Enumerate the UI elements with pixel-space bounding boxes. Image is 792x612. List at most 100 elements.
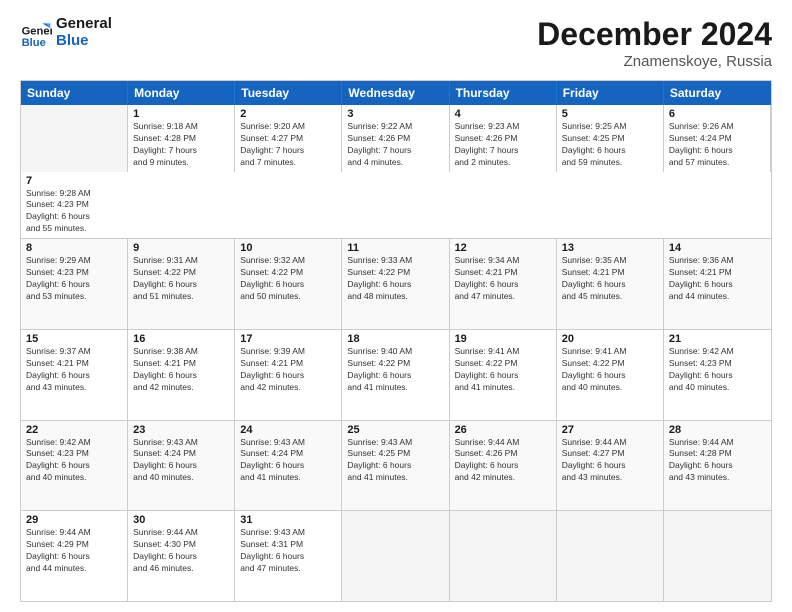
- calendar-cell: 4Sunrise: 9:23 AMSunset: 4:26 PMDaylight…: [450, 105, 557, 172]
- logo-blue: Blue: [56, 33, 112, 50]
- calendar-row-3: 22Sunrise: 9:42 AMSunset: 4:23 PMDayligh…: [21, 420, 771, 511]
- calendar-cell: 18Sunrise: 9:40 AMSunset: 4:22 PMDayligh…: [342, 330, 449, 420]
- day-info: Sunrise: 9:43 AMSunset: 4:25 PMDaylight:…: [347, 437, 443, 485]
- day-number: 4: [455, 108, 551, 120]
- calendar-row-0: 1Sunrise: 9:18 AMSunset: 4:28 PMDaylight…: [21, 105, 771, 238]
- calendar-cell: [342, 511, 449, 601]
- calendar-cell: 30Sunrise: 9:44 AMSunset: 4:30 PMDayligh…: [128, 511, 235, 601]
- calendar-cell: [557, 511, 664, 601]
- calendar-cell: 12Sunrise: 9:34 AMSunset: 4:21 PMDayligh…: [450, 239, 557, 329]
- header-day-saturday: Saturday: [664, 81, 771, 105]
- title-block: December 2024 Znamenskoye, Russia: [537, 16, 772, 70]
- calendar-row-4: 29Sunrise: 9:44 AMSunset: 4:29 PMDayligh…: [21, 510, 771, 601]
- day-info: Sunrise: 9:33 AMSunset: 4:22 PMDaylight:…: [347, 255, 443, 303]
- day-info: Sunrise: 9:43 AMSunset: 4:24 PMDaylight:…: [133, 437, 229, 485]
- day-number: 15: [26, 333, 122, 345]
- day-number: 19: [455, 333, 551, 345]
- calendar-cell: 31Sunrise: 9:43 AMSunset: 4:31 PMDayligh…: [235, 511, 342, 601]
- calendar-cell: 21Sunrise: 9:42 AMSunset: 4:23 PMDayligh…: [664, 330, 771, 420]
- page: General Blue General Blue December 2024 …: [0, 0, 792, 612]
- day-info: Sunrise: 9:44 AMSunset: 4:27 PMDaylight:…: [562, 437, 658, 485]
- day-info: Sunrise: 9:41 AMSunset: 4:22 PMDaylight:…: [562, 346, 658, 394]
- day-number: 25: [347, 424, 443, 436]
- calendar-row-1: 8Sunrise: 9:29 AMSunset: 4:23 PMDaylight…: [21, 238, 771, 329]
- logo-general: General: [56, 16, 112, 33]
- calendar-cell: 27Sunrise: 9:44 AMSunset: 4:27 PMDayligh…: [557, 421, 664, 511]
- calendar-cell: 15Sunrise: 9:37 AMSunset: 4:21 PMDayligh…: [21, 330, 128, 420]
- day-number: 10: [240, 242, 336, 254]
- header-day-monday: Monday: [128, 81, 235, 105]
- day-info: Sunrise: 9:29 AMSunset: 4:23 PMDaylight:…: [26, 255, 122, 303]
- day-number: 7: [26, 175, 123, 187]
- day-number: 16: [133, 333, 229, 345]
- calendar-cell: 2Sunrise: 9:20 AMSunset: 4:27 PMDaylight…: [235, 105, 342, 172]
- calendar-cell: 10Sunrise: 9:32 AMSunset: 4:22 PMDayligh…: [235, 239, 342, 329]
- calendar-cell: 14Sunrise: 9:36 AMSunset: 4:21 PMDayligh…: [664, 239, 771, 329]
- day-number: 12: [455, 242, 551, 254]
- day-number: 23: [133, 424, 229, 436]
- day-info: Sunrise: 9:39 AMSunset: 4:21 PMDaylight:…: [240, 346, 336, 394]
- header-day-tuesday: Tuesday: [235, 81, 342, 105]
- logo: General Blue General Blue: [20, 16, 112, 49]
- calendar-cell: 13Sunrise: 9:35 AMSunset: 4:21 PMDayligh…: [557, 239, 664, 329]
- header-day-friday: Friday: [557, 81, 664, 105]
- calendar-cell: 29Sunrise: 9:44 AMSunset: 4:29 PMDayligh…: [21, 511, 128, 601]
- day-info: Sunrise: 9:35 AMSunset: 4:21 PMDaylight:…: [562, 255, 658, 303]
- calendar-cell: 17Sunrise: 9:39 AMSunset: 4:21 PMDayligh…: [235, 330, 342, 420]
- day-number: 14: [669, 242, 766, 254]
- day-info: Sunrise: 9:44 AMSunset: 4:29 PMDaylight:…: [26, 527, 122, 575]
- calendar-cell: 23Sunrise: 9:43 AMSunset: 4:24 PMDayligh…: [128, 421, 235, 511]
- calendar-header: SundayMondayTuesdayWednesdayThursdayFrid…: [21, 81, 771, 105]
- day-info: Sunrise: 9:26 AMSunset: 4:24 PMDaylight:…: [669, 121, 765, 169]
- day-info: Sunrise: 9:22 AMSunset: 4:26 PMDaylight:…: [347, 121, 443, 169]
- day-number: 9: [133, 242, 229, 254]
- day-number: 28: [669, 424, 766, 436]
- calendar-cell: 1Sunrise: 9:18 AMSunset: 4:28 PMDaylight…: [128, 105, 235, 172]
- day-info: Sunrise: 9:34 AMSunset: 4:21 PMDaylight:…: [455, 255, 551, 303]
- header-day-sunday: Sunday: [21, 81, 128, 105]
- day-number: 30: [133, 514, 229, 526]
- calendar-cell: 3Sunrise: 9:22 AMSunset: 4:26 PMDaylight…: [342, 105, 449, 172]
- day-info: Sunrise: 9:44 AMSunset: 4:26 PMDaylight:…: [455, 437, 551, 485]
- day-info: Sunrise: 9:20 AMSunset: 4:27 PMDaylight:…: [240, 121, 336, 169]
- day-info: Sunrise: 9:43 AMSunset: 4:31 PMDaylight:…: [240, 527, 336, 575]
- day-number: 21: [669, 333, 766, 345]
- day-number: 3: [347, 108, 443, 120]
- day-number: 24: [240, 424, 336, 436]
- day-info: Sunrise: 9:32 AMSunset: 4:22 PMDaylight:…: [240, 255, 336, 303]
- day-number: 29: [26, 514, 122, 526]
- day-info: Sunrise: 9:44 AMSunset: 4:30 PMDaylight:…: [133, 527, 229, 575]
- day-number: 27: [562, 424, 658, 436]
- calendar-cell: 22Sunrise: 9:42 AMSunset: 4:23 PMDayligh…: [21, 421, 128, 511]
- calendar-cell: 26Sunrise: 9:44 AMSunset: 4:26 PMDayligh…: [450, 421, 557, 511]
- header: General Blue General Blue December 2024 …: [20, 16, 772, 70]
- day-info: Sunrise: 9:36 AMSunset: 4:21 PMDaylight:…: [669, 255, 766, 303]
- svg-text:General: General: [22, 25, 52, 37]
- day-info: Sunrise: 9:41 AMSunset: 4:22 PMDaylight:…: [455, 346, 551, 394]
- day-number: 20: [562, 333, 658, 345]
- calendar-cell: [664, 511, 771, 601]
- calendar-cell: 11Sunrise: 9:33 AMSunset: 4:22 PMDayligh…: [342, 239, 449, 329]
- day-number: 2: [240, 108, 336, 120]
- day-number: 18: [347, 333, 443, 345]
- day-info: Sunrise: 9:44 AMSunset: 4:28 PMDaylight:…: [669, 437, 766, 485]
- day-info: Sunrise: 9:23 AMSunset: 4:26 PMDaylight:…: [455, 121, 551, 169]
- calendar-cell: 5Sunrise: 9:25 AMSunset: 4:25 PMDaylight…: [557, 105, 664, 172]
- subtitle: Znamenskoye, Russia: [537, 53, 772, 70]
- svg-text:Blue: Blue: [22, 36, 46, 48]
- day-number: 1: [133, 108, 229, 120]
- calendar-cell: 25Sunrise: 9:43 AMSunset: 4:25 PMDayligh…: [342, 421, 449, 511]
- header-day-wednesday: Wednesday: [342, 81, 449, 105]
- day-number: 13: [562, 242, 658, 254]
- day-info: Sunrise: 9:25 AMSunset: 4:25 PMDaylight:…: [562, 121, 658, 169]
- day-info: Sunrise: 9:31 AMSunset: 4:22 PMDaylight:…: [133, 255, 229, 303]
- calendar-cell: 24Sunrise: 9:43 AMSunset: 4:24 PMDayligh…: [235, 421, 342, 511]
- day-number: 22: [26, 424, 122, 436]
- day-number: 31: [240, 514, 336, 526]
- calendar-row-2: 15Sunrise: 9:37 AMSunset: 4:21 PMDayligh…: [21, 329, 771, 420]
- day-info: Sunrise: 9:28 AMSunset: 4:23 PMDaylight:…: [26, 188, 123, 236]
- day-number: 8: [26, 242, 122, 254]
- day-info: Sunrise: 9:42 AMSunset: 4:23 PMDaylight:…: [26, 437, 122, 485]
- day-info: Sunrise: 9:37 AMSunset: 4:21 PMDaylight:…: [26, 346, 122, 394]
- main-title: December 2024: [537, 16, 772, 53]
